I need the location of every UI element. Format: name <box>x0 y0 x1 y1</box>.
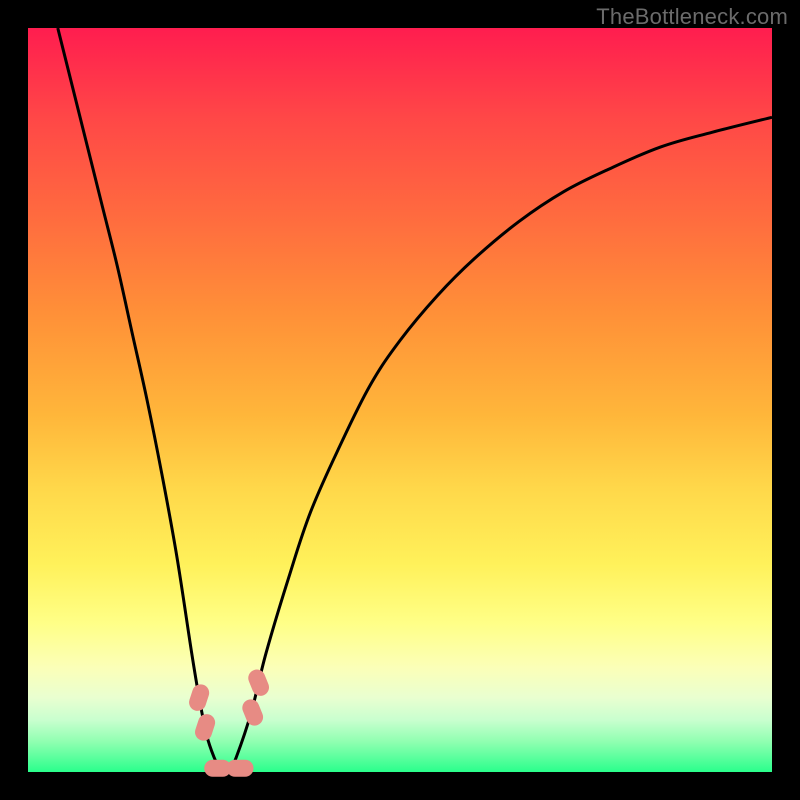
bead-bottom-2 <box>227 760 253 776</box>
chart-frame: TheBottleneck.com <box>0 0 800 800</box>
right-curve <box>229 117 772 772</box>
curve-markers <box>187 668 270 777</box>
bead-left-lower <box>193 713 216 743</box>
watermark-text: TheBottleneck.com <box>596 4 788 30</box>
bead-left-upper <box>187 683 210 713</box>
chart-plot-area <box>28 28 772 772</box>
left-curve <box>58 28 222 772</box>
bead-right-lower <box>240 697 265 727</box>
bead-right-upper <box>246 668 271 698</box>
chart-curves <box>28 28 772 772</box>
